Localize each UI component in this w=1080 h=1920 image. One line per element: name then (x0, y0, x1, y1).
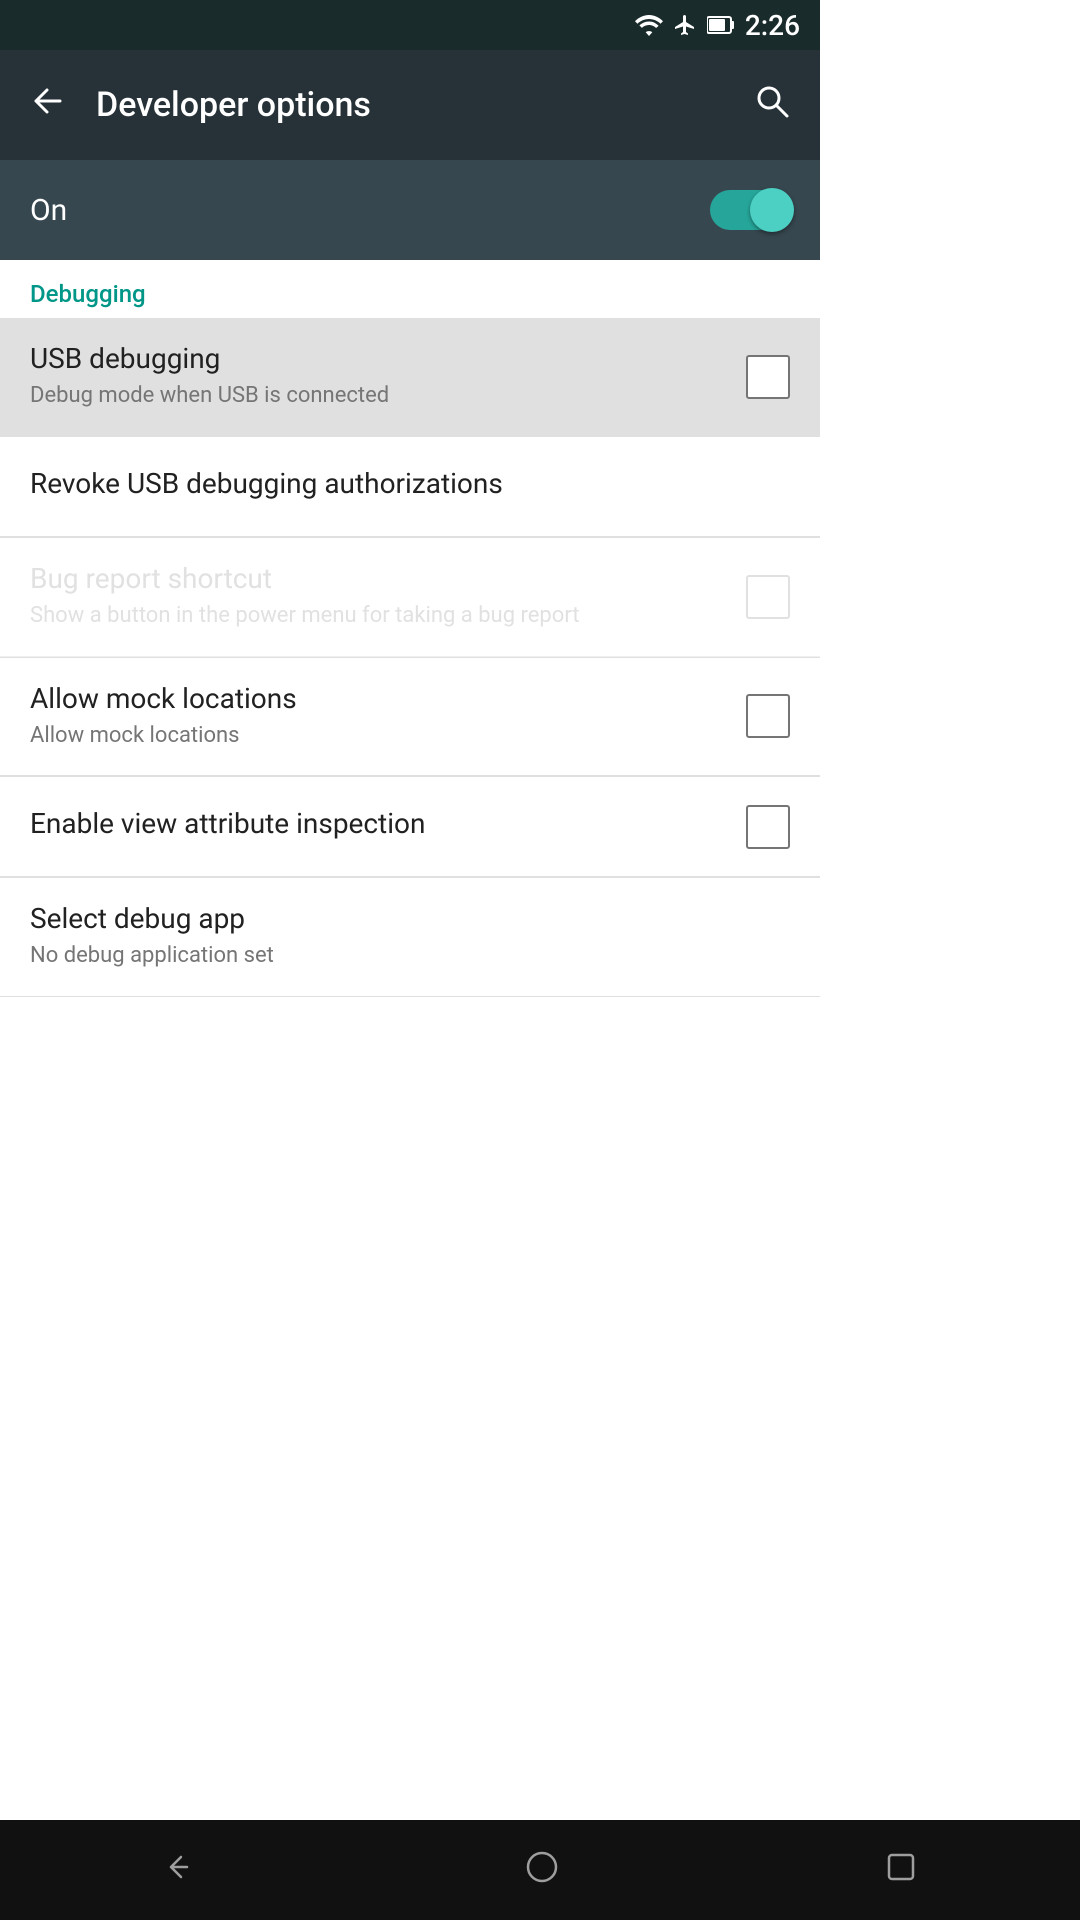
mock-locations-checkbox[interactable] (746, 694, 790, 738)
battery-icon (707, 14, 735, 36)
developer-options-toggle-section: On (0, 160, 820, 260)
nav-recents-button[interactable] (855, 1836, 947, 1905)
usb-debugging-text: USB debugging Debug mode when USB is con… (30, 342, 726, 412)
revoke-usb-item[interactable]: Revoke USB debugging authorizations (0, 437, 820, 537)
wifi-icon (635, 14, 663, 36)
status-time: 2:26 (745, 9, 800, 42)
view-attribute-checkbox[interactable] (746, 805, 790, 849)
bug-report-item[interactable]: Bug report shortcut Show a button in the… (0, 538, 820, 657)
toggle-knob (750, 188, 794, 232)
page-title: Developer options (96, 85, 744, 125)
select-debug-app-text: Select debug app No debug application se… (30, 902, 790, 972)
status-bar: 2:26 (0, 0, 820, 50)
revoke-usb-text: Revoke USB debugging authorizations (30, 467, 790, 506)
bug-report-text: Bug report shortcut Show a button in the… (30, 562, 726, 632)
usb-debugging-checkbox[interactable] (746, 355, 790, 399)
view-attribute-text: Enable view attribute inspection (30, 807, 726, 846)
airplane-icon (673, 13, 697, 37)
usb-debugging-item[interactable]: USB debugging Debug mode when USB is con… (0, 318, 820, 437)
bug-report-checkbox[interactable] (746, 575, 790, 619)
select-debug-app-item[interactable]: Select debug app No debug application se… (0, 878, 820, 997)
bug-report-title: Bug report shortcut (30, 562, 726, 595)
debugging-section-title: Debugging (30, 280, 146, 308)
search-button[interactable] (744, 73, 800, 137)
mock-locations-text: Allow mock locations Allow mock location… (30, 682, 726, 752)
developer-options-toggle[interactable] (710, 190, 790, 230)
usb-debugging-title: USB debugging (30, 342, 726, 375)
select-debug-app-title: Select debug app (30, 902, 790, 935)
view-attribute-item[interactable]: Enable view attribute inspection (0, 777, 820, 877)
nav-home-button[interactable] (494, 1834, 590, 1907)
on-label: On (30, 193, 67, 228)
mock-locations-title: Allow mock locations (30, 682, 726, 715)
revoke-usb-title: Revoke USB debugging authorizations (30, 467, 790, 500)
mock-locations-subtitle: Allow mock locations (30, 721, 726, 752)
nav-back-button[interactable] (133, 1834, 229, 1907)
bug-report-subtitle: Show a button in the power menu for taki… (30, 601, 726, 632)
app-bar: Developer options (0, 50, 820, 160)
back-button[interactable] (20, 73, 76, 137)
mock-locations-item[interactable]: Allow mock locations Allow mock location… (0, 658, 820, 777)
usb-debugging-subtitle: Debug mode when USB is connected (30, 381, 726, 412)
view-attribute-title: Enable view attribute inspection (30, 807, 726, 840)
debugging-section-header: Debugging (0, 260, 820, 318)
status-icons: 2:26 (635, 9, 800, 42)
select-debug-app-subtitle: No debug application set (30, 941, 790, 972)
navigation-bar (0, 1820, 1080, 1920)
